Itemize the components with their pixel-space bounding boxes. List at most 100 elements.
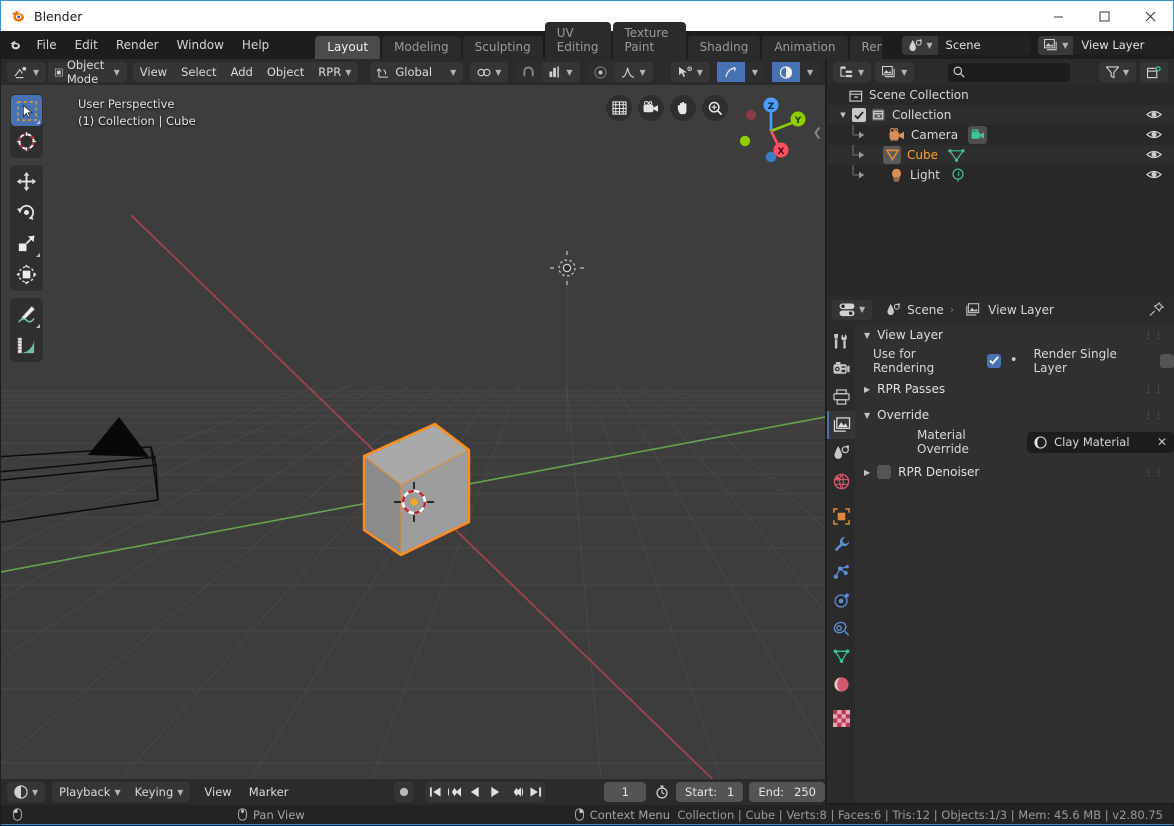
visibility-eye-icon[interactable] bbox=[1146, 167, 1162, 182]
texture-tab[interactable] bbox=[827, 704, 855, 732]
blender-menu-logo-icon[interactable] bbox=[9, 36, 22, 54]
panel-drag-grip[interactable]: ⋮⋮ bbox=[1144, 411, 1164, 421]
viewport-sidebar-toggle[interactable]: ❮ bbox=[813, 126, 822, 139]
workspace-tab-animation[interactable]: Animation bbox=[762, 36, 848, 59]
record-keyframes-button[interactable] bbox=[394, 782, 415, 802]
workspace-tab-texture-paint[interactable]: Texture Paint bbox=[612, 22, 686, 59]
scene-datablock[interactable]: ▼ Scene × bbox=[902, 35, 1031, 55]
workspace-tab-rendering[interactable]: Rende bbox=[849, 36, 883, 59]
jump-to-start-button[interactable] bbox=[425, 782, 446, 802]
constraints-tab[interactable] bbox=[827, 614, 855, 642]
panel-collapse-triangle-icon[interactable]: ▶ bbox=[864, 468, 870, 477]
panel-drag-grip[interactable]: ⋮⋮ bbox=[1144, 331, 1164, 341]
magnet-icon[interactable] bbox=[515, 62, 543, 82]
workspace-tab-sculpting[interactable]: Sculpting bbox=[462, 36, 543, 59]
output-tab[interactable] bbox=[827, 383, 855, 411]
outliner-row-light[interactable]: Light bbox=[827, 165, 1174, 185]
panel-collapse-triangle-icon[interactable]: ▶ bbox=[864, 385, 870, 394]
scene-tab[interactable] bbox=[827, 439, 855, 467]
view-layer-browse-icon[interactable]: ▼ bbox=[1038, 35, 1074, 55]
panel-expand-triangle-icon[interactable]: ▼ bbox=[864, 411, 870, 420]
annotate-tool[interactable] bbox=[11, 299, 42, 330]
panel-header-override[interactable]: ▼ Override ⋮⋮ bbox=[855, 403, 1174, 427]
rotate-tool[interactable] bbox=[11, 197, 42, 228]
visibility-eye-icon[interactable] bbox=[1146, 127, 1162, 142]
collection-checkbox[interactable] bbox=[852, 108, 866, 122]
viewport-menu-view[interactable]: View bbox=[133, 62, 174, 82]
menu-window[interactable]: Window bbox=[168, 35, 233, 55]
navigation-gizmo[interactable]: Z Y X bbox=[735, 95, 807, 167]
properties-editor-type[interactable]: ▼ bbox=[832, 299, 873, 320]
end-frame-field[interactable]: End: 250 bbox=[749, 782, 825, 802]
gizmo-dropdown[interactable]: ▼ bbox=[744, 62, 765, 82]
overlays-dropdown[interactable]: ▼ bbox=[800, 62, 821, 82]
outliner-display-mode[interactable]: ▼ bbox=[875, 62, 915, 82]
outliner-search-field[interactable] bbox=[969, 66, 1065, 78]
transform-tool[interactable] bbox=[11, 259, 42, 290]
outliner-row-scene-collection[interactable]: Scene Collection bbox=[827, 85, 1174, 105]
outliner-row-collection[interactable]: ▼ Collection bbox=[827, 105, 1174, 125]
visibility-eye-icon[interactable] bbox=[1146, 107, 1162, 122]
start-frame-field[interactable]: Start: 1 bbox=[676, 782, 744, 802]
prev-keyframe-button[interactable] bbox=[445, 782, 466, 802]
outliner-row-cube[interactable]: Cube bbox=[827, 145, 1174, 165]
use-for-rendering-checkbox[interactable] bbox=[987, 353, 1001, 368]
outliner-tree[interactable]: Scene Collection ▼ Collection Camera Cub… bbox=[827, 85, 1174, 296]
panel-header-rpr-denoiser[interactable]: ▶ RPR Denoiser ⋮⋮ bbox=[855, 460, 1174, 484]
panel-drag-grip[interactable]: ⋮⋮ bbox=[1144, 385, 1164, 395]
keying-menu[interactable]: Keying ▼ bbox=[128, 782, 191, 802]
play-button[interactable] bbox=[485, 782, 506, 802]
falloff-curve-icon[interactable]: ▼ bbox=[614, 62, 653, 82]
view-layer-tab[interactable] bbox=[827, 411, 855, 439]
grid-toggle-icon[interactable] bbox=[606, 95, 632, 121]
panel-header-view-layer[interactable]: ▼ View Layer ⋮⋮ bbox=[855, 323, 1174, 347]
workspace-tab-modeling[interactable]: Modeling bbox=[382, 36, 461, 59]
outliner-row-camera[interactable]: Camera bbox=[827, 125, 1174, 145]
next-keyframe-button[interactable] bbox=[505, 782, 526, 802]
object-data-tab[interactable] bbox=[827, 642, 855, 670]
gizmo-toggle-icon[interactable] bbox=[716, 62, 745, 82]
animate-property-dot[interactable]: • bbox=[1010, 353, 1018, 368]
breadcrumb-scene[interactable]: Scene bbox=[907, 303, 944, 317]
disclosure-triangle-icon[interactable]: ▼ bbox=[837, 111, 849, 119]
render-single-layer-checkbox[interactable] bbox=[1160, 353, 1174, 368]
close-button[interactable] bbox=[1127, 1, 1173, 31]
object-mode-selector[interactable]: Object Mode ▼ bbox=[48, 58, 127, 86]
material-tab[interactable] bbox=[827, 670, 855, 698]
physics-tab[interactable] bbox=[827, 586, 855, 614]
jump-to-end-button[interactable] bbox=[525, 782, 546, 802]
scene-name[interactable]: Scene bbox=[937, 35, 1031, 55]
3d-viewport[interactable]: User Perspective (1) Collection | Cube Z… bbox=[1, 85, 825, 779]
outliner-editor-type[interactable]: ▼ bbox=[833, 62, 872, 82]
render-tab[interactable] bbox=[827, 355, 855, 383]
zoom-view-icon[interactable] bbox=[702, 95, 728, 121]
select-visibility-icon[interactable]: ▼ bbox=[671, 62, 710, 82]
menu-help[interactable]: Help bbox=[233, 35, 278, 55]
scene-browse-icon[interactable]: ▼ bbox=[902, 35, 938, 55]
move-tool[interactable] bbox=[11, 166, 42, 197]
outliner-search-input[interactable] bbox=[948, 62, 1071, 82]
use-preview-range-button[interactable] bbox=[655, 782, 670, 802]
scale-tool[interactable] bbox=[11, 228, 42, 259]
editor-type-selector[interactable]: ▼ bbox=[7, 62, 47, 82]
timeline-editor-type[interactable]: ▼ bbox=[7, 782, 46, 802]
view-layer-name[interactable]: View Layer bbox=[1073, 35, 1173, 55]
measure-tool[interactable] bbox=[11, 330, 42, 361]
tool-tab[interactable] bbox=[827, 327, 855, 355]
cursor-tool[interactable] bbox=[11, 126, 42, 157]
viewport-menu-select[interactable]: Select bbox=[174, 62, 223, 82]
playback-menu[interactable]: Playback ▼ bbox=[52, 782, 127, 802]
overlays-toggle-icon[interactable] bbox=[772, 62, 800, 82]
minimize-button[interactable] bbox=[1035, 1, 1081, 31]
outliner-new-collection[interactable] bbox=[1140, 62, 1168, 82]
camera-view-icon[interactable] bbox=[638, 95, 664, 121]
world-tab[interactable] bbox=[827, 467, 855, 495]
visibility-eye-icon[interactable] bbox=[1146, 147, 1162, 162]
menu-edit[interactable]: Edit bbox=[66, 35, 107, 55]
timeline-view-menu[interactable]: View bbox=[197, 782, 238, 802]
current-frame-field[interactable]: 1 bbox=[604, 782, 647, 802]
panel-drag-grip[interactable]: ⋮⋮ bbox=[1144, 468, 1164, 478]
pin-icon[interactable] bbox=[1149, 302, 1164, 317]
particles-tab[interactable] bbox=[827, 558, 855, 586]
viewport-menu-add[interactable]: Add bbox=[224, 62, 260, 82]
